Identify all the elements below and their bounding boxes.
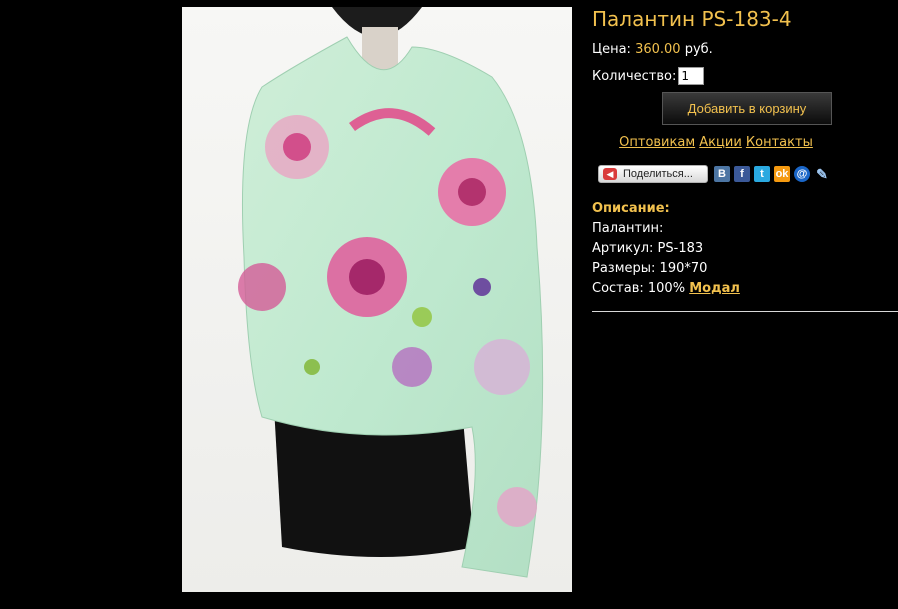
share-bar: ◀ Поделиться... В f t ok @ ✎ xyxy=(598,165,830,183)
twitter-icon[interactable]: t xyxy=(754,166,770,182)
composition-link[interactable]: Модал xyxy=(689,281,740,296)
odnoklassniki-icon[interactable]: ok xyxy=(774,166,790,182)
add-to-cart-button[interactable]: Добавить в корзину xyxy=(662,92,832,125)
price-row: Цена: 360.00 руб. xyxy=(592,42,713,57)
info-links: Оптовикам Акции Контакты xyxy=(592,135,840,150)
share-button-label: Поделиться... xyxy=(623,168,693,180)
description-composition: Состав: 100% Модал xyxy=(592,279,740,299)
description-type: Палантин: xyxy=(592,221,664,236)
livejournal-icon[interactable]: ✎ xyxy=(814,166,830,182)
link-promotions[interactable]: Акции xyxy=(699,135,742,150)
vkontakte-icon[interactable]: В xyxy=(714,166,730,182)
product-image[interactable] xyxy=(182,7,572,592)
facebook-icon[interactable]: f xyxy=(734,166,750,182)
link-wholesale[interactable]: Оптовикам xyxy=(619,135,695,150)
megaphone-icon: ◀ xyxy=(603,168,617,180)
description-heading: Описание: xyxy=(592,201,670,216)
product-title: Палантин PS-183-4 xyxy=(592,7,792,31)
price-label: Цена: xyxy=(592,42,631,57)
link-contacts[interactable]: Контакты xyxy=(746,135,813,150)
product-description: Описание: Палантин: Артикул: PS-183 Разм… xyxy=(592,199,740,299)
description-size: Размеры: 190*70 xyxy=(592,261,708,276)
quantity-row: Количество: xyxy=(592,67,705,85)
price-currency: руб. xyxy=(684,42,713,57)
share-button[interactable]: ◀ Поделиться... xyxy=(598,165,708,183)
quantity-label: Количество: xyxy=(592,68,677,84)
mail-ru-icon[interactable]: @ xyxy=(794,166,810,182)
product-page: Палантин PS-183-4 Цена: 360.00 руб. Коли… xyxy=(0,0,898,609)
quantity-input[interactable] xyxy=(678,67,705,85)
product-photo-illustration xyxy=(182,7,572,592)
composition-prefix: Состав: 100% xyxy=(592,281,686,296)
price-value: 360.00 xyxy=(635,42,681,57)
description-article: Артикул: PS-183 xyxy=(592,241,704,256)
divider xyxy=(592,311,898,312)
